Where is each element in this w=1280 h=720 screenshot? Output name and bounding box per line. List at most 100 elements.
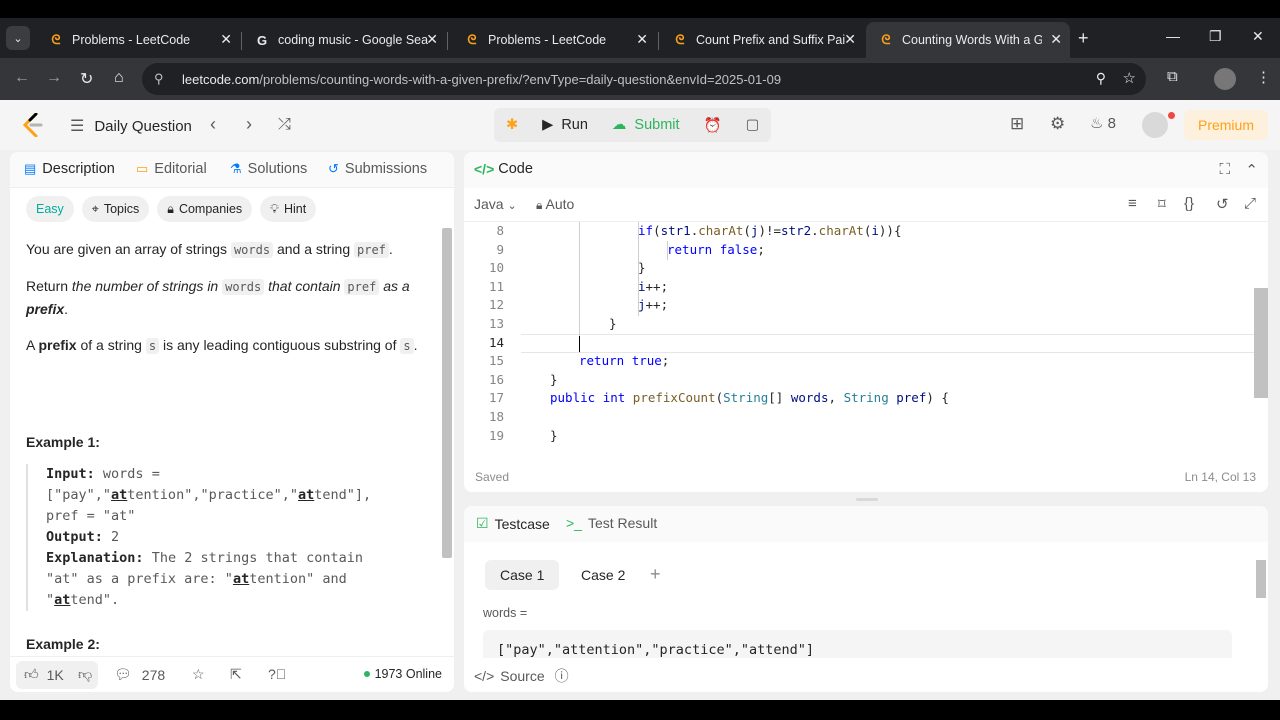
- close-icon[interactable]: ✕: [426, 31, 438, 48]
- restore-icon[interactable]: ❐: [1209, 28, 1222, 45]
- panel-resize-handle[interactable]: [856, 498, 878, 501]
- daily-question-link[interactable]: ☰ Daily Question: [70, 116, 192, 136]
- reload-icon[interactable]: ↻: [80, 69, 93, 89]
- share-button[interactable]: ⇱: [230, 666, 242, 683]
- url-bar[interactable]: ⚲ leetcode.com/problems/counting-words-w…: [142, 63, 1146, 95]
- language-select[interactable]: Java ⌄: [474, 196, 517, 212]
- tab-editorial[interactable]: ▭ Editorial: [136, 161, 207, 177]
- prev-question-icon[interactable]: ‹: [210, 114, 216, 135]
- source-label: Source: [500, 668, 545, 684]
- tab-submissions[interactable]: ↺ Submissions: [328, 161, 427, 177]
- close-window-icon[interactable]: ✕: [1252, 28, 1264, 45]
- tab-label: Description: [42, 161, 115, 177]
- reset-icon[interactable]: ↺: [1216, 195, 1229, 213]
- flame-icon: ♨: [1090, 115, 1104, 132]
- zoom-icon[interactable]: ⚲: [1096, 70, 1106, 87]
- leetcode-icon: ᘓ: [467, 32, 477, 47]
- run-button[interactable]: ▶ Run: [530, 108, 600, 142]
- tab-testcase[interactable]: ☑ Testcase: [476, 515, 550, 532]
- bookmark-icon[interactable]: ⌑: [1158, 195, 1166, 213]
- auto-mode-button[interactable]: 🔒︎ Auto: [536, 196, 574, 213]
- forward-icon[interactable]: →: [46, 69, 62, 87]
- comments-button[interactable]: 💬︎ 278: [114, 666, 165, 683]
- fullscreen-icon[interactable]: ⛶: [1219, 161, 1230, 178]
- cursor-position: Ln 14, Col 13: [1184, 470, 1256, 484]
- tab-solutions[interactable]: ⚗ Solutions: [230, 161, 307, 177]
- format-icon[interactable]: ≡: [1128, 195, 1137, 212]
- case-2-tab[interactable]: Case 2: [566, 560, 640, 590]
- case-1-tab[interactable]: Case 1: [485, 560, 560, 590]
- debug-button[interactable]: ✱: [494, 108, 530, 142]
- lock-icon: 🔒︎: [536, 198, 543, 212]
- browser-tab-strip: ⌄ ᘓ Problems - LeetCode ✕ G coding music…: [0, 18, 1280, 58]
- site-info-icon[interactable]: ⚲: [154, 71, 164, 87]
- braces-icon[interactable]: {}: [1184, 195, 1194, 212]
- hint-label: Hint: [283, 202, 307, 216]
- minimize-icon[interactable]: —: [1166, 28, 1180, 44]
- streak-button[interactable]: ♨ 8: [1090, 114, 1116, 132]
- browser-tab-3[interactable]: ᘓ Problems - LeetCode ✕: [452, 22, 656, 58]
- hint-button[interactable]: 💡︎ Hint: [260, 196, 317, 222]
- favorite-button[interactable]: ☆: [192, 666, 205, 683]
- close-icon[interactable]: ✕: [636, 31, 648, 48]
- help-button[interactable]: ?⃝: [268, 666, 286, 682]
- code-scrollbar[interactable]: [1254, 222, 1268, 450]
- testcase-scrollbar[interactable]: [1254, 542, 1268, 658]
- comment-icon: 💬︎: [114, 666, 132, 682]
- daily-question-label: Daily Question: [94, 117, 192, 135]
- companies-button[interactable]: 🔒︎ Companies: [157, 196, 253, 222]
- browser-tab-5-active[interactable]: ᘓ Counting Words With a Give ✕: [866, 22, 1070, 58]
- language-label: Java: [474, 196, 504, 212]
- leetcode-logo[interactable]: [22, 113, 44, 137]
- notes-button[interactable]: ▢: [734, 108, 772, 142]
- submit-button[interactable]: ☁ Submit: [600, 108, 692, 142]
- current-line-highlight: [521, 334, 1254, 353]
- code-brackets-icon: </>: [474, 668, 495, 684]
- close-icon[interactable]: ✕: [844, 31, 856, 48]
- tab-test-result[interactable]: >_ Test Result: [566, 515, 657, 531]
- online-dot: [363, 671, 370, 677]
- layout-icon[interactable]: ⊞: [1010, 114, 1024, 134]
- home-icon[interactable]: ⌂: [114, 69, 124, 87]
- bookmark-star-icon[interactable]: ☆: [1123, 69, 1136, 87]
- google-icon: G: [256, 32, 268, 48]
- browser-tab-2[interactable]: G coding music - Google Searc ✕: [242, 22, 446, 58]
- premium-button[interactable]: Premium: [1184, 110, 1268, 140]
- tab-search-button[interactable]: ⌄: [6, 26, 30, 50]
- run-submit-toolbar: ✱ ▶ Run ☁ Submit ⏰ ▢: [494, 108, 772, 142]
- leetcode-header: ☰ Daily Question ‹ › ⤮ ✱ ▶ Run ☁ Submit ⏰ …: [0, 100, 1280, 150]
- profile-avatar[interactable]: [1214, 68, 1236, 90]
- dislike-button[interactable]: 👎︎: [78, 666, 92, 683]
- source-button[interactable]: </> Source ⓘ: [474, 666, 569, 686]
- scrollbar-thumb[interactable]: [1254, 288, 1268, 398]
- tab-title: Counting Words With a Give: [902, 33, 1042, 47]
- topics-button[interactable]: ⌖ Topics: [81, 196, 150, 222]
- browser-tab-1[interactable]: ᘓ Problems - LeetCode ✕: [36, 22, 240, 58]
- new-tab-button[interactable]: +: [1078, 28, 1089, 49]
- close-icon[interactable]: ✕: [1050, 31, 1062, 48]
- terminal-icon: >_: [566, 515, 582, 531]
- browser-tab-4[interactable]: ᘓ Count Prefix and Suffix Pairs ✕: [660, 22, 864, 58]
- code-line: 18: [488, 409, 504, 424]
- code-editor[interactable]: 8 if(str1.charAt(j)!=str2.charAt(i)){ 9 re…: [464, 222, 1254, 450]
- menu-kebab-icon[interactable]: ⋮: [1256, 68, 1271, 86]
- shuffle-icon[interactable]: ⤮: [278, 116, 291, 134]
- timer-button[interactable]: ⏰: [692, 108, 734, 142]
- list-icon: ☰: [70, 118, 85, 135]
- like-button[interactable]: 👍︎ 1K: [24, 666, 64, 683]
- expand-icon[interactable]: ⤢: [1244, 195, 1256, 212]
- extensions-icon[interactable]: ⧉: [1167, 68, 1178, 85]
- streak-count: 8: [1107, 115, 1116, 132]
- tab-title: coding music - Google Searc: [278, 33, 428, 47]
- back-icon[interactable]: ←: [14, 69, 30, 87]
- close-icon[interactable]: ✕: [220, 31, 232, 48]
- collapse-icon[interactable]: ⌃: [1245, 161, 1258, 179]
- user-avatar[interactable]: [1142, 112, 1168, 138]
- description-scrollbar[interactable]: [440, 190, 452, 650]
- tab-description[interactable]: ▤ Description: [24, 161, 115, 177]
- scrollbar-thumb[interactable]: [1256, 560, 1266, 598]
- settings-gear-icon[interactable]: ⚙: [1050, 114, 1065, 134]
- add-case-icon[interactable]: +: [650, 564, 661, 585]
- next-question-icon[interactable]: ›: [246, 114, 252, 135]
- scrollbar-thumb[interactable]: [442, 228, 452, 558]
